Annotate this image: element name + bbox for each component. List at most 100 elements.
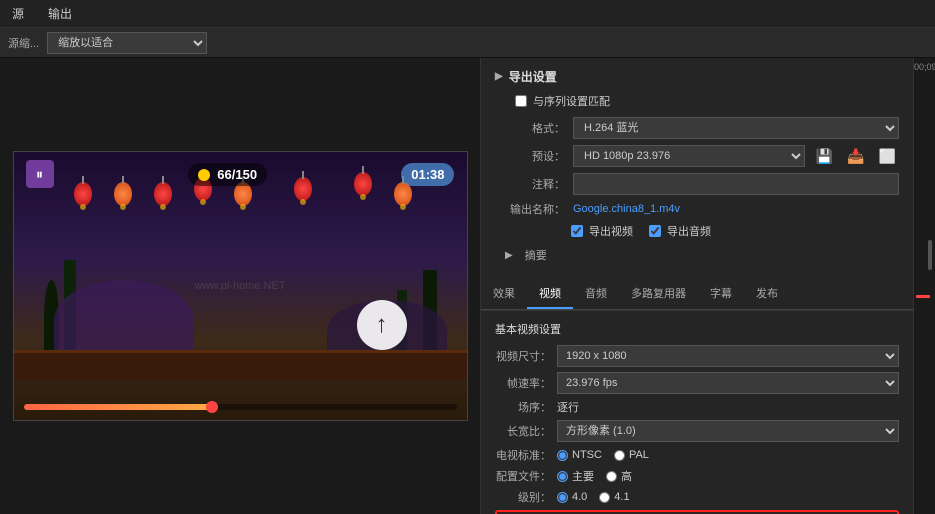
score-text: 66/150 [217, 167, 257, 182]
timestamp-display: 00;09;15 [914, 58, 935, 72]
main-profile-option[interactable]: 主要 [557, 468, 594, 484]
main-label: 主要 [572, 468, 594, 484]
scale-select[interactable]: 缩放以适合 [47, 32, 207, 54]
video-preview: ⏸ 66/150 01:38 ↑ [13, 151, 468, 421]
pal-option[interactable]: PAL [614, 449, 649, 461]
high-profile-option[interactable]: 高 [606, 468, 632, 484]
preset-select[interactable]: HD 1080p 23.976 [573, 145, 805, 167]
hill-left [54, 280, 194, 360]
tab-publish[interactable]: 发布 [744, 279, 790, 309]
aspect-select[interactable]: 方形像素 (1.0) [557, 420, 899, 442]
resolution-row: 视频尺寸： 1920 x 1080 [495, 345, 899, 367]
video-settings-section: 基本视频设置 视频尺寸： 1920 x 1080 帧速率： 23.976 fps… [481, 310, 913, 514]
max-depth-box: 以最大深度渲染 [495, 510, 899, 514]
output-file-link[interactable]: Google.china8_1.m4v [573, 203, 680, 215]
export-audio-label: 导出音频 [667, 223, 711, 239]
export-settings-header: ▶ 导出设置 [495, 68, 899, 85]
export-settings-section: ▶ 导出设置 与序列设置匹配 格式： H.264 蓝光 预设： HD 1080p… [481, 58, 913, 279]
import-preset-btn[interactable]: 📥 [844, 147, 867, 166]
resolution-label: 视频尺寸： [495, 348, 551, 364]
export-video-checkbox[interactable] [571, 225, 583, 237]
tab-effects[interactable]: 效果 [481, 279, 527, 309]
menu-output[interactable]: 输出 [44, 3, 76, 24]
collapse-icon[interactable]: ▶ [495, 71, 503, 82]
match-sequence-row: 与序列设置匹配 [515, 93, 899, 109]
tv-standard-label: 电视标准： [495, 447, 551, 463]
score-display: 66/150 [188, 163, 267, 186]
tv-standard-row: 电视标准： NTSC PAL [495, 447, 899, 463]
level-41-option[interactable]: 4.1 [599, 491, 629, 503]
level-row: 级别： 4.0 4.1 [495, 489, 899, 505]
menu-bar: 源 输出 [0, 0, 935, 28]
scroll-indicator[interactable] [928, 240, 932, 270]
level-40-label: 4.0 [572, 491, 587, 503]
ntsc-option[interactable]: NTSC [557, 449, 602, 461]
watermark: www.pi-home.NET [194, 280, 285, 292]
framerate-row: 帧速率： 23.976 fps [495, 372, 899, 394]
export-settings-panel: ▶ 导出设置 与序列设置匹配 格式： H.264 蓝光 预设： HD 1080p… [480, 58, 913, 514]
timer-display: 01:38 [401, 163, 454, 186]
coin-icon [198, 169, 210, 181]
level-41-label: 4.1 [614, 491, 629, 503]
resolution-select[interactable]: 1920 x 1080 [557, 345, 899, 367]
progress-bar [24, 404, 457, 410]
output-name-label: 输出名称： [505, 201, 565, 217]
summary-collapse-icon[interactable]: ▶ [505, 250, 513, 261]
level-40-option[interactable]: 4.0 [557, 491, 587, 503]
format-label: 格式： [505, 120, 565, 136]
export-settings-title: 导出设置 [509, 68, 557, 85]
preset-row: 预设： HD 1080p 23.976 💾 📥 ⬜ [505, 145, 899, 167]
ntsc-radio[interactable] [557, 450, 568, 461]
pal-radio[interactable] [614, 450, 625, 461]
save-preset-btn[interactable]: 💾 [813, 147, 836, 166]
high-radio[interactable] [606, 471, 617, 482]
match-sequence-label: 与序列设置匹配 [533, 93, 610, 109]
tabs-row: 效果 视频 音频 多路复用器 字幕 发布 [481, 279, 913, 310]
summary-row: ▶ 摘要 [505, 247, 899, 263]
source-row: 源缩... 缩放以适合 [0, 28, 935, 58]
source-label: 源缩... [8, 35, 39, 51]
output-name-row: 输出名称： Google.china8_1.m4v [505, 201, 899, 217]
main-radio[interactable] [557, 471, 568, 482]
framerate-select[interactable]: 23.976 fps [557, 372, 899, 394]
framerate-label: 帧速率： [495, 375, 551, 391]
tab-video[interactable]: 视频 [527, 279, 573, 309]
game-background: ⏸ 66/150 01:38 ↑ [14, 152, 467, 420]
menu-source[interactable]: 源 [8, 3, 28, 24]
progress-dot [206, 401, 218, 413]
pause-button: ⏸ [26, 160, 54, 188]
tab-multiplexer[interactable]: 多路复用器 [619, 279, 698, 309]
level41-radio[interactable] [599, 492, 610, 503]
field-order-value: 逐行 [557, 399, 579, 415]
export-audio-checkbox[interactable] [649, 225, 661, 237]
field-order-label: 场序： [495, 399, 551, 415]
profile-label: 配置文件： [495, 468, 551, 484]
export-audio-row: 导出音频 [649, 223, 711, 239]
high-label: 高 [621, 468, 632, 484]
export-video-row: 导出视频 [571, 223, 633, 239]
progress-fill [24, 404, 215, 410]
level-group: 4.0 4.1 [557, 491, 630, 503]
match-sequence-checkbox[interactable] [515, 95, 527, 107]
pal-label: PAL [629, 449, 649, 461]
comment-input[interactable] [573, 173, 899, 195]
timeline-scroll-area: 00;09;15 [913, 58, 935, 514]
profile-row: 配置文件： 主要 高 [495, 468, 899, 484]
aspect-label: 长宽比： [495, 423, 551, 439]
format-select[interactable]: H.264 蓝光 [573, 117, 899, 139]
export-video-label: 导出视频 [589, 223, 633, 239]
level-label: 级别： [495, 489, 551, 505]
comment-label: 注释： [505, 176, 565, 192]
comment-row: 注释： [505, 173, 899, 195]
level40-radio[interactable] [557, 492, 568, 503]
profile-group: 主要 高 [557, 468, 632, 484]
tab-captions[interactable]: 字幕 [698, 279, 744, 309]
up-arrow-button: ↑ [357, 300, 407, 350]
ground [14, 350, 467, 380]
video-preview-panel: ⏸ 66/150 01:38 ↑ [0, 58, 480, 514]
main-area: ⏸ 66/150 01:38 ↑ [0, 58, 935, 514]
more-preset-btn[interactable]: ⬜ [876, 147, 899, 166]
ntsc-label: NTSC [572, 449, 602, 461]
format-row: 格式： H.264 蓝光 [505, 117, 899, 139]
tab-audio[interactable]: 音频 [573, 279, 619, 309]
